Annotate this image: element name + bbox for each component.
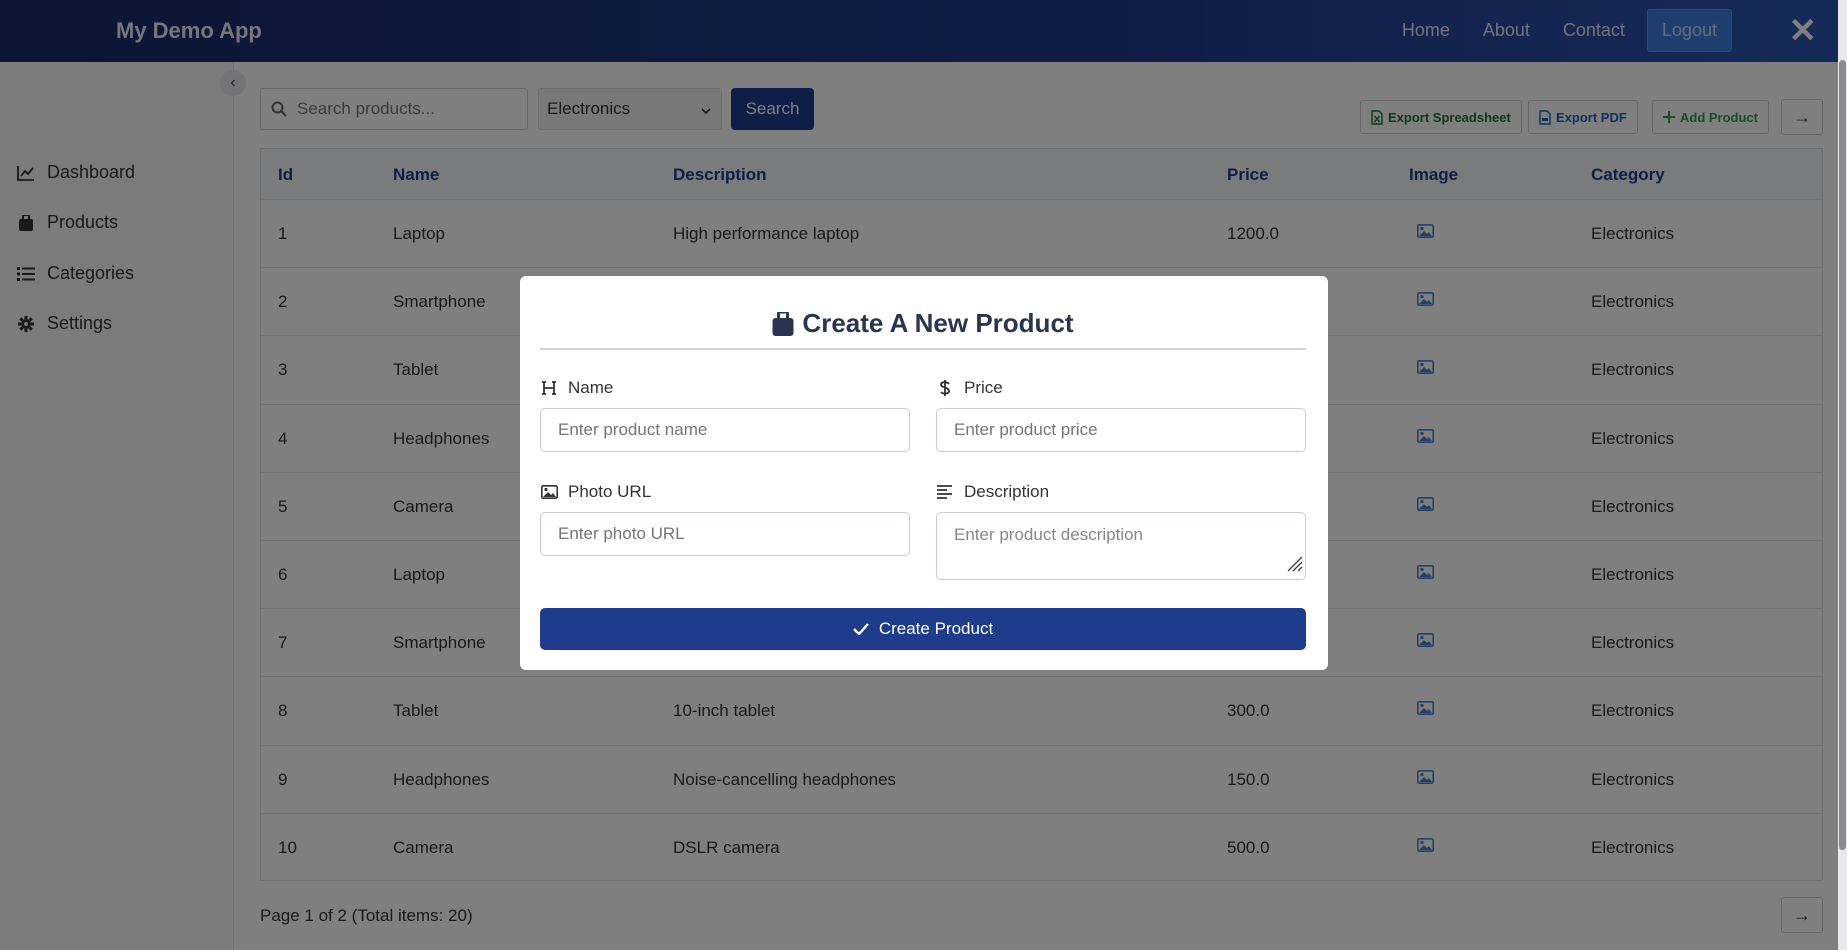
description-label-text: Description (964, 482, 1050, 501)
resize-handle-icon[interactable] (1285, 554, 1303, 577)
description-label: Description (936, 482, 1049, 502)
align-left-icon (936, 485, 954, 499)
heading-icon (540, 381, 558, 395)
photo-url-label-text: Photo URL (568, 482, 652, 501)
create-product-modal: Create A New Product Name Price Photo UR… (520, 276, 1328, 670)
modal-title: Create A New Product (540, 308, 1306, 339)
name-label-text: Name (568, 378, 614, 397)
box-icon (772, 311, 794, 336)
product-name-input[interactable] (540, 408, 910, 452)
photo-url-input[interactable] (540, 512, 910, 556)
product-price-input[interactable] (936, 408, 1306, 452)
dollar-icon (936, 380, 954, 396)
create-product-label: Create Product (878, 619, 994, 638)
product-description-textarea[interactable]: Enter product description (936, 512, 1306, 580)
scrollbar-thumb[interactable] (1839, 60, 1846, 850)
photo-url-label: Photo URL (540, 482, 651, 502)
price-label: Price (936, 378, 1003, 398)
page-scrollbar[interactable] (1838, 0, 1847, 950)
modal-title-text: Create A New Product (802, 308, 1074, 338)
price-label-text: Price (964, 378, 1003, 397)
check-icon (852, 623, 869, 635)
name-label: Name (540, 378, 613, 398)
create-product-button[interactable]: Create Product (540, 608, 1306, 650)
image-icon (540, 485, 558, 499)
description-placeholder: Enter product description (954, 525, 1143, 544)
modal-divider (540, 348, 1306, 350)
